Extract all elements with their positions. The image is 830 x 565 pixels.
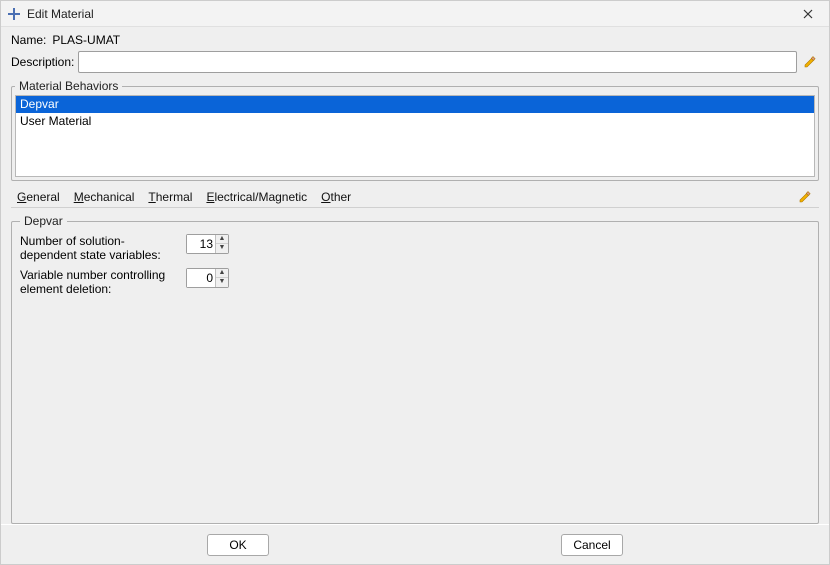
- depvar-group: Depvar Number of solution-dependent stat…: [11, 214, 819, 524]
- edit-description-button[interactable]: [801, 53, 819, 71]
- menu-other[interactable]: Other: [321, 190, 351, 204]
- behavior-edit-button[interactable]: [797, 189, 813, 205]
- name-value: PLAS-UMAT: [52, 33, 120, 47]
- param-row-element-deletion: Variable number controlling element dele…: [20, 268, 810, 296]
- spin-down-icon[interactable]: ▼: [216, 244, 228, 253]
- window-title: Edit Material: [27, 7, 793, 21]
- ok-button[interactable]: OK: [207, 534, 269, 556]
- spin-down-icon[interactable]: ▼: [216, 278, 228, 287]
- edit-material-dialog: Edit Material Name: PLAS-UMAT Descriptio…: [0, 0, 830, 565]
- state-variables-spinner[interactable]: ▲ ▼: [186, 234, 229, 254]
- element-deletion-spinner[interactable]: ▲ ▼: [186, 268, 229, 288]
- behavior-category-menu: General Mechanical Thermal Electrical/Ma…: [11, 185, 819, 208]
- name-row: Name: PLAS-UMAT: [11, 33, 819, 47]
- dialog-footer: OK Cancel: [1, 524, 829, 564]
- titlebar: Edit Material: [1, 1, 829, 27]
- close-button[interactable]: [793, 4, 823, 24]
- description-input[interactable]: [78, 51, 797, 73]
- pencil-icon: [798, 190, 812, 204]
- name-label: Name:: [11, 33, 46, 47]
- behavior-item-user-material[interactable]: User Material: [16, 113, 814, 130]
- cancel-button[interactable]: Cancel: [561, 534, 623, 556]
- description-row: Description:: [11, 51, 819, 73]
- state-variables-spin-buttons: ▲ ▼: [215, 235, 228, 253]
- material-behaviors-group: Material Behaviors Depvar User Material: [11, 79, 819, 181]
- state-variables-label: Number of solution-dependent state varia…: [20, 234, 180, 262]
- param-row-state-variables: Number of solution-dependent state varia…: [20, 234, 810, 262]
- description-label: Description:: [11, 55, 74, 69]
- behavior-item-depvar[interactable]: Depvar: [16, 96, 814, 113]
- pencil-icon: [803, 55, 817, 69]
- spin-up-icon[interactable]: ▲: [216, 269, 228, 278]
- content-area: Name: PLAS-UMAT Description: Material Be…: [1, 27, 829, 524]
- spin-up-icon[interactable]: ▲: [216, 235, 228, 244]
- close-icon: [803, 9, 813, 19]
- app-icon: [7, 7, 21, 21]
- element-deletion-spin-buttons: ▲ ▼: [215, 269, 228, 287]
- menu-thermal[interactable]: Thermal: [148, 190, 192, 204]
- material-behaviors-list[interactable]: Depvar User Material: [15, 95, 815, 177]
- depvar-legend: Depvar: [20, 214, 67, 228]
- state-variables-input[interactable]: [187, 235, 215, 253]
- menu-general[interactable]: General: [17, 190, 60, 204]
- menu-electrical-magnetic[interactable]: Electrical/Magnetic: [206, 190, 307, 204]
- element-deletion-input[interactable]: [187, 269, 215, 287]
- material-behaviors-legend: Material Behaviors: [15, 79, 122, 93]
- element-deletion-label: Variable number controlling element dele…: [20, 268, 180, 296]
- menu-mechanical[interactable]: Mechanical: [74, 190, 135, 204]
